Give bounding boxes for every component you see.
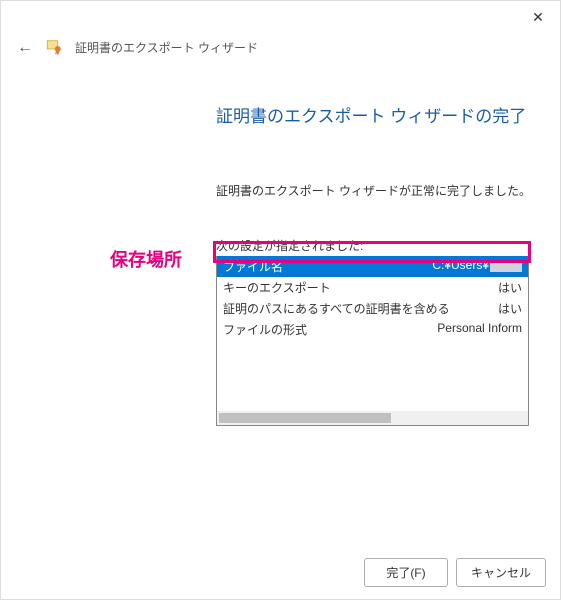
redacted-block [490,260,522,272]
row-label: 証明のパスにあるすべての証明書を含める [223,300,450,317]
table-row[interactable]: 証明のパスにあるすべての証明書を含める はい [217,298,528,319]
table-row[interactable]: ファイル名 C:¥Users¥ [217,256,528,277]
row-value: はい [468,279,522,296]
row-value: C:¥Users¥ [402,258,522,275]
settings-label: 次の設定が指定されました: [216,237,560,254]
titlebar: ✕ [1,1,560,31]
content-area: 証明書のエクスポート ウィザードの完了 証明書のエクスポート ウィザードが正常に… [1,72,560,426]
close-icon[interactable]: ✕ [528,9,548,31]
table-row[interactable]: キーのエクスポート はい [217,277,528,298]
horizontal-scrollbar[interactable] [217,411,528,425]
back-arrow-icon[interactable]: ← [17,39,33,57]
certificate-icon [45,37,63,58]
row-label: ファイルの形式 [223,321,307,338]
scroll-thumb[interactable] [219,413,391,423]
row-label: キーのエクスポート [223,279,331,296]
row-label: ファイル名 [223,258,283,275]
cancel-button[interactable]: キャンセル [456,558,546,587]
completion-message: 証明書のエクスポート ウィザードが正常に完了しました。 [216,182,560,199]
row-value: Personal Inform [407,321,522,338]
row-value: はい [468,300,522,317]
finish-button[interactable]: 完了(F) [364,558,448,587]
wizard-header: ← 証明書のエクスポート ウィザード [1,31,560,72]
table-row[interactable]: ファイルの形式 Personal Inform [217,319,528,340]
settings-table: ファイル名 C:¥Users¥ キーのエクスポート はい 証明のパスにあるすべて… [216,256,529,426]
footer-buttons: 完了(F) キャンセル [364,558,546,587]
page-heading: 証明書のエクスポート ウィザードの完了 [216,102,560,127]
annotation-save-location: 保存場所 [110,246,182,272]
wizard-title: 証明書のエクスポート ウィザード [75,39,258,56]
